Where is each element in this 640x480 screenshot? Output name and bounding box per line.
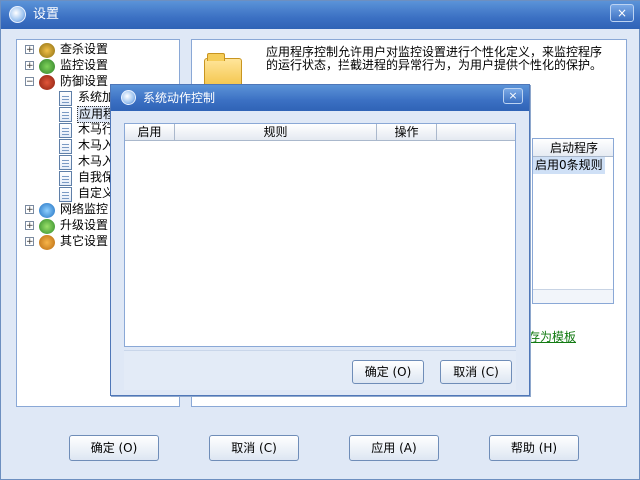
startup-program-column[interactable]: 启动程序: [533, 139, 613, 157]
doc-icon: [59, 91, 72, 106]
tree-item[interactable]: + 监控设置: [17, 58, 177, 74]
dialog-title: 系统动作控制: [143, 91, 216, 105]
dialog-ok-button[interactable]: 确定 (O): [352, 360, 424, 384]
tree-item-label: 升级设置: [60, 218, 109, 232]
expand-icon[interactable]: +: [25, 61, 34, 71]
ok-button[interactable]: 确定 (O): [69, 435, 159, 461]
dialog-close-button[interactable]: ×: [503, 88, 523, 104]
help-button[interactable]: 帮助 (H): [489, 435, 579, 461]
tree-item[interactable]: + 查杀设置: [17, 42, 177, 58]
cancel-button[interactable]: 取消 (C): [209, 435, 299, 461]
description-text: 应用程序控制允许用户对监控设置进行个性化定义，来监控程序的运行状态，拦截进程的异…: [266, 45, 603, 72]
tree-item-label: 监控设置: [60, 58, 109, 72]
rules-table[interactable]: 启用 规则 操作: [124, 123, 516, 347]
tree-item-label: 查杀设置: [60, 42, 109, 56]
doc-icon: [59, 123, 72, 138]
column-rule[interactable]: 规则: [175, 124, 377, 141]
doc-icon: [59, 171, 72, 186]
dialog-button-area: 确定 (O) 取消 (C): [124, 350, 516, 390]
gear-icon: [39, 235, 55, 250]
globe-icon: [39, 203, 55, 218]
doc-icon: [59, 139, 72, 154]
doc-icon: [59, 155, 72, 170]
expand-icon[interactable]: +: [25, 205, 34, 215]
upgrade-icon: [39, 219, 55, 234]
window-close-button[interactable]: ×: [610, 4, 634, 22]
tree-item-label: 网络监控: [60, 202, 109, 216]
doc-icon: [59, 187, 72, 202]
shield-hand-icon: [39, 75, 55, 90]
column-filler: [437, 124, 515, 141]
search-shield-icon: [39, 43, 55, 58]
column-enabled[interactable]: 启用: [125, 124, 175, 141]
expand-icon[interactable]: +: [25, 237, 34, 247]
system-action-control-dialog: 系统动作控制 × 启用 规则 操作 确定 (O) 取消 (C): [110, 84, 530, 396]
dialog-title-bar: 系统动作控制 ×: [111, 85, 529, 111]
collapse-icon[interactable]: −: [25, 77, 34, 87]
app-logo-icon: [9, 6, 26, 23]
rule-count-cell[interactable]: 启用0条规则: [533, 157, 605, 174]
save-as-template-link[interactable]: 存为模板: [528, 328, 576, 345]
column-action[interactable]: 操作: [377, 124, 437, 141]
apply-button[interactable]: 应用 (A): [349, 435, 439, 461]
umbrella-icon: [39, 59, 55, 74]
doc-icon: [59, 107, 72, 122]
tree-item-label: 其它设置: [60, 234, 109, 248]
startup-program-list[interactable]: 启动程序 启用0条规则: [532, 138, 614, 304]
dialog-cancel-button[interactable]: 取消 (C): [440, 360, 512, 384]
dialog-logo-icon: [121, 90, 136, 105]
window-title: 设置: [33, 7, 60, 22]
horizontal-scrollbar[interactable]: [533, 289, 613, 303]
expand-icon[interactable]: +: [25, 45, 34, 55]
expand-icon[interactable]: +: [25, 221, 34, 231]
tree-item-label: 防御设置: [60, 74, 109, 88]
title-bar: 设置 ×: [1, 1, 640, 29]
